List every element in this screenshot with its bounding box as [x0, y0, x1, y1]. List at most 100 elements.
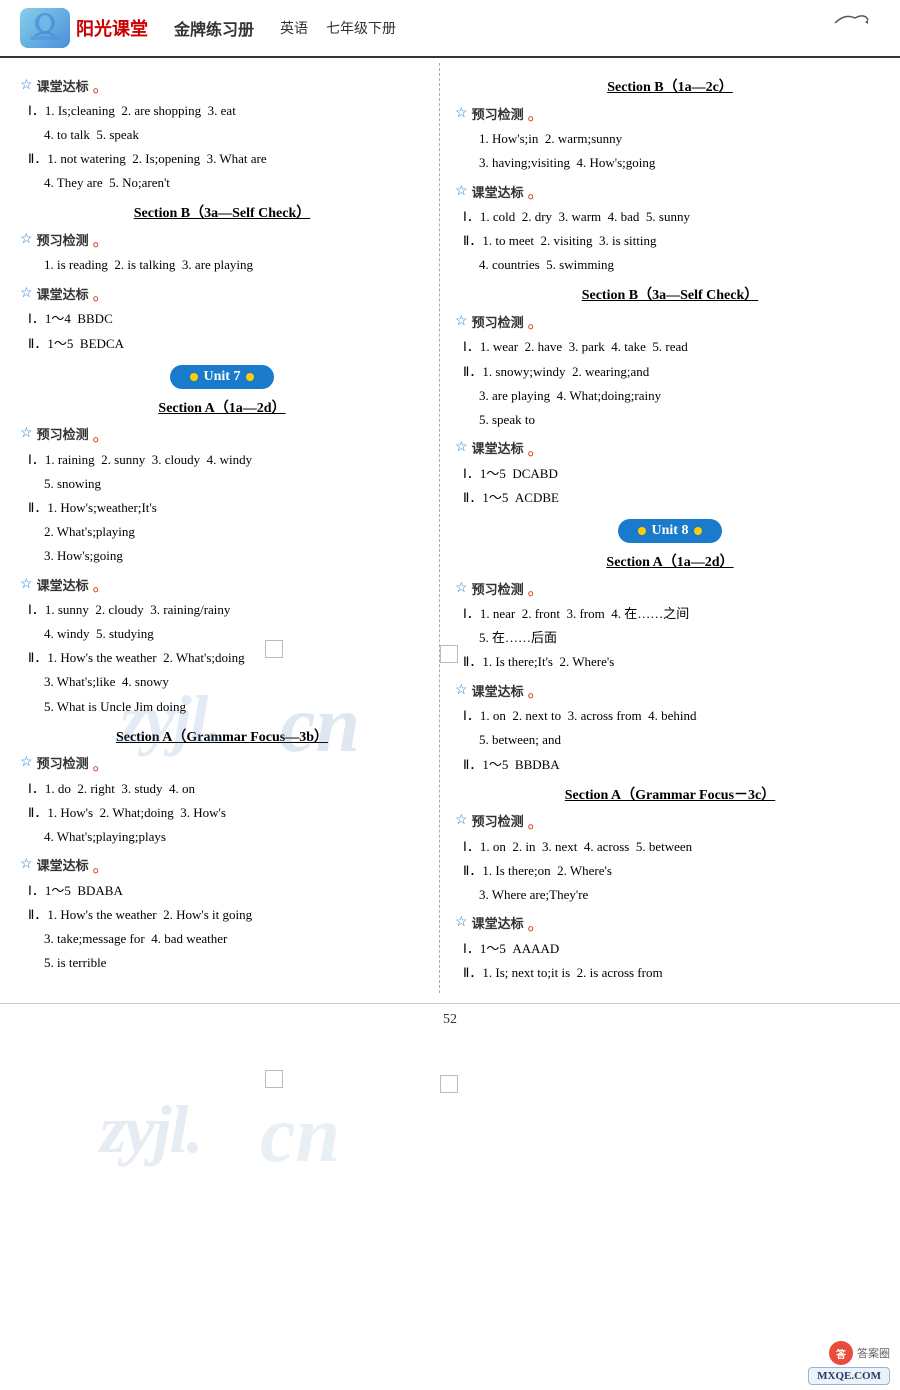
main-content: ☆ 课堂达标 。 Ⅰ．1. Is;cleaning 2. are shoppin… [0, 58, 900, 998]
yuxi-header-u8g: ☆ 预习检测 。 [455, 809, 885, 833]
answer-line: 5. 在……后面 [479, 627, 885, 649]
answer-line: Ⅱ．1. snowy;windy 2. wearing;and [463, 361, 885, 383]
unit-dot-left [190, 373, 198, 381]
yuxi-right-2: ☆ 预习检测 。 Ⅰ．1. wear 2. have 3. park 4. ta… [455, 309, 885, 430]
yuxi-block-3: ☆ 预习检测 。 Ⅰ．1. do 2. right 3. study 4. on… [20, 751, 424, 848]
answer-line: Ⅱ．1～5 ACDBE [463, 487, 885, 509]
answer-line: 4. What's;playing;plays [44, 826, 424, 848]
page-number: 52 [443, 1012, 457, 1027]
unit7-label: Unit 7 [204, 369, 241, 385]
unit-dot-right [246, 373, 254, 381]
page-header: 阳光课堂 金牌练习册 英语 七年级下册 [0, 0, 900, 58]
section-a-1a2d-title: Section A（1a—2d） [20, 397, 424, 417]
answer-line: Ⅱ．1. How's the weather 2. How's it going [28, 904, 424, 926]
answer-line: Ⅰ．1. on 2. in 3. next 4. across 5. betwe… [463, 836, 885, 858]
logo-area: 阳光课堂 金牌练习册 英语 七年级下册 [20, 8, 396, 48]
answer-line: Ⅱ．1. not watering 2. Is;opening 3. What … [28, 148, 424, 170]
right-column: Section B（1a—2c） ☆ 预习检测 。 1. How's;in 2.… [440, 63, 900, 993]
answer-line: 3. What's;like 4. snowy [44, 671, 424, 693]
answer-line: 4. windy 5. studying [44, 623, 424, 645]
answer-line: Ⅱ．1～5 BBDBA [463, 754, 885, 776]
answer-line: 3. Where are;They're [479, 884, 885, 906]
answer-line: Ⅰ．1. Is;cleaning 2. are shopping 3. eat [28, 100, 424, 122]
answer-line: 5. between; and [479, 729, 885, 751]
ketang-right-1: ☆ 课堂达标 。 Ⅰ．1. cold 2. dry 3. warm 4. bad… [455, 179, 885, 276]
watermark2-lower: cn [260, 1090, 340, 1181]
answer-line: 3. take;message for 4. bad weather [44, 928, 424, 950]
section-b-1a2c-title: Section B（1a—2c） [455, 76, 885, 96]
answer-line: Ⅰ．1. do 2. right 3. study 4. on [28, 778, 424, 800]
answer-line: 3. having;visiting 4. How's;going [479, 152, 885, 174]
ketang-header-r1: ☆ 课堂达标 。 [455, 179, 885, 203]
answer-line: 1. is reading 2. is talking 3. are playi… [44, 254, 424, 276]
yuxi-header-3: ☆ 预习检测 。 [20, 751, 424, 775]
answer-line: 3. How's;going [44, 545, 424, 567]
unit8-dot-left [638, 527, 646, 535]
yuxi-header-u8: ☆ 预习检测 。 [455, 576, 885, 600]
answer-line: 4. countries 5. swimming [479, 254, 885, 276]
yuxi-block-1: ☆ 预习检测 。 1. is reading 2. is talking 3. … [20, 227, 424, 276]
ketang-unit8-2: ☆ 课堂达标 。 Ⅰ．1～5 AAAAD Ⅱ．1. Is; next to;it… [455, 911, 885, 984]
ketang-block-3: ☆ 课堂达标 。 Ⅰ．1～5 BDABA Ⅱ．1. How's the weat… [20, 853, 424, 974]
answer-line: Ⅱ．1. How's the weather 2. What's;doing [28, 647, 424, 669]
grammar-focus-title: Section A（Grammar Focus—3b） [20, 726, 424, 746]
yuxi-block-2: ☆ 预习检测 。 Ⅰ．1. raining 2. sunny 3. cloudy… [20, 422, 424, 567]
wm-box-4 [440, 1075, 458, 1093]
page-footer: 52 [0, 1003, 900, 1036]
ketang-header-u8g: ☆ 课堂达标 。 [455, 911, 885, 935]
logo-circle: 答 [829, 1341, 853, 1365]
logo-icon [20, 8, 70, 48]
ketang-header: ☆ 课堂达标 。 [20, 281, 424, 305]
yuxi-header-r1: ☆ 预习检测 。 [455, 101, 885, 125]
ketang-header-u8: ☆ 课堂达标 。 [455, 678, 885, 702]
ketang-header-3: ☆ 课堂达标 。 [20, 853, 424, 877]
answer-line: 1. How's;in 2. warm;sunny [479, 128, 885, 150]
unit8-label: Unit 8 [652, 523, 689, 539]
header-subject: 英语 [280, 18, 308, 38]
ketang-unit8-1: ☆ 课堂达标 。 Ⅰ．1. on 2. next to 3. across fr… [455, 678, 885, 775]
watermark-lower: zyjl. [100, 1090, 201, 1169]
answer-line: Ⅱ．1. to meet 2. visiting 3. is sitting [463, 230, 885, 252]
ketang-right-2: ☆ 课堂达标 。 Ⅰ．1～5 DCABD Ⅱ．1～5 ACDBE [455, 436, 885, 509]
header-grade: 七年级下册 [326, 18, 396, 38]
ketang-header-top: ☆ 课堂达标 。 [20, 73, 424, 97]
unit8-badge: Unit 8 [455, 519, 885, 543]
wm-box-3 [265, 1070, 283, 1088]
section-b-3a-self-title-right: Section B（3a—Self Check） [455, 284, 885, 304]
answer-line: Ⅱ．1. Is; next to;it is 2. is across from [463, 962, 885, 984]
unit8-section-a-title: Section A（1a—2d） [455, 551, 885, 571]
answer-line: 4. They are 5. No;aren't [44, 172, 424, 194]
answer-line: 5. snowing [44, 473, 424, 495]
ketang-block-2: ☆ 课堂达标 。 Ⅰ．1. sunny 2. cloudy 3. raining… [20, 572, 424, 717]
answer-logo: 答 答案圈 [829, 1341, 890, 1365]
ketang-header-r2: ☆ 课堂达标 。 [455, 436, 885, 460]
yuxi-header: ☆ 预习检测 。 [20, 227, 424, 251]
header-subtitle: 金牌练习册 [174, 16, 254, 40]
logo-text: 答案圈 [857, 1345, 890, 1361]
answer-line: Ⅱ．1. How's 2. What;doing 3. How's [28, 802, 424, 824]
answer-line: 5. speak to [479, 409, 885, 431]
grammar-focus-3c-title: Section A（Grammar Focus－3c） [455, 784, 885, 804]
bottom-logos: 答 答案圈 MXQE.COM [808, 1341, 890, 1385]
wm-box-1 [265, 640, 283, 658]
unit7-badge: Unit 7 [20, 365, 424, 389]
yuxi-unit8-1: ☆ 预习检测 。 Ⅰ．1. near 2. front 3. from 4. 在… [455, 576, 885, 673]
answer-line: Ⅰ．1. raining 2. sunny 3. cloudy 4. windy [28, 449, 424, 471]
answer-line: Ⅰ．1. wear 2. have 3. park 4. take 5. rea… [463, 336, 885, 358]
answer-line: Ⅰ．1～5 DCABD [463, 463, 885, 485]
bird-decoration [830, 8, 870, 40]
answer-line: Ⅰ．1. sunny 2. cloudy 3. raining/rainy [28, 599, 424, 621]
ketang-block-1: ☆ 课堂达标 。 Ⅰ．1～4 BBDC Ⅱ．1～5 BEDCA [20, 281, 424, 354]
answer-line: Ⅰ．1～5 AAAAD [463, 938, 885, 960]
answer-line: Ⅰ．1～4 BBDC [28, 308, 424, 330]
answer-line: Ⅰ．1. near 2. front 3. from 4. 在……之间 [463, 603, 885, 625]
yuxi-header-r2: ☆ 预习检测 。 [455, 309, 885, 333]
answer-line: Ⅱ．1～5 BEDCA [28, 333, 424, 355]
unit8-dot-right [694, 527, 702, 535]
answer-line: 3. are playing 4. What;doing;rainy [479, 385, 885, 407]
answer-line: Ⅱ．1. Is there;It's 2. Where's [463, 651, 885, 673]
answer-line: 5. is terrible [44, 952, 424, 974]
left-column: ☆ 课堂达标 。 Ⅰ．1. Is;cleaning 2. are shoppin… [0, 63, 440, 993]
section-3a-self-check-title: Section B（3a—Self Check） [20, 202, 424, 222]
answer-line: 4. to talk 5. speak [44, 124, 424, 146]
